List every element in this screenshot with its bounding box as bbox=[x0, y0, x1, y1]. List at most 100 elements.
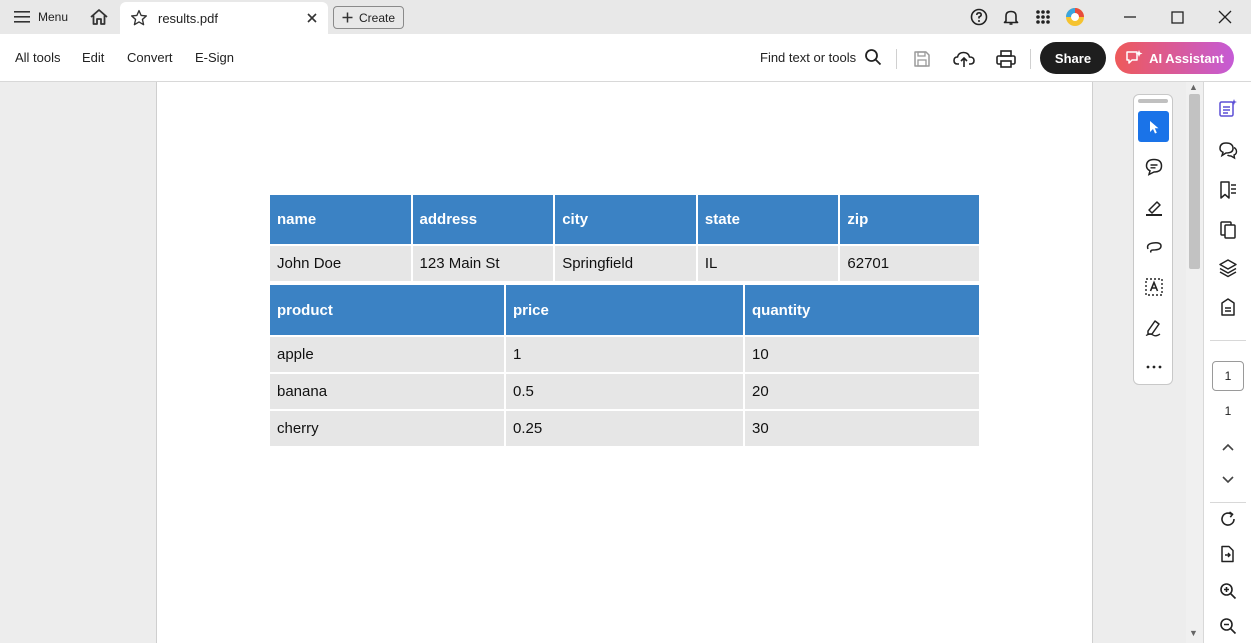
page-arrow-icon bbox=[1221, 545, 1234, 563]
draw-tool[interactable] bbox=[1138, 231, 1169, 262]
palette-drag-handle[interactable] bbox=[1138, 99, 1168, 103]
ai-summary-icon bbox=[1219, 99, 1237, 117]
layers-panel-button[interactable] bbox=[1216, 256, 1240, 280]
nav-all-tools[interactable]: All tools bbox=[15, 50, 61, 65]
star-icon[interactable] bbox=[130, 9, 148, 27]
profile-button[interactable] bbox=[1064, 6, 1086, 28]
table-cell: 1 bbox=[506, 337, 743, 372]
zoom-out-button[interactable] bbox=[1216, 614, 1240, 638]
nav-convert[interactable]: Convert bbox=[127, 50, 173, 65]
find-tools[interactable]: Find text or tools bbox=[760, 48, 882, 66]
sign-tool[interactable] bbox=[1138, 311, 1169, 342]
table-cell: 0.5 bbox=[506, 374, 743, 409]
menu-button[interactable]: Menu bbox=[8, 6, 74, 28]
apps-button[interactable] bbox=[1032, 6, 1054, 28]
text-tool[interactable] bbox=[1138, 271, 1169, 302]
ai-assistant-button[interactable]: AI Assistant bbox=[1115, 42, 1234, 74]
minimize-button[interactable] bbox=[1110, 4, 1150, 30]
maximize-icon bbox=[1170, 10, 1184, 24]
cloud-upload-icon bbox=[953, 51, 975, 67]
chevron-up-icon bbox=[1222, 443, 1234, 451]
highlight-tool[interactable] bbox=[1138, 191, 1169, 222]
nav-e-sign[interactable]: E-Sign bbox=[195, 50, 234, 65]
title-bar: Menu results.pdf Create bbox=[0, 0, 1251, 34]
scroll-thumb[interactable] bbox=[1189, 94, 1200, 269]
close-icon bbox=[1218, 10, 1232, 24]
comments-panel-button[interactable] bbox=[1216, 138, 1240, 162]
pdf-page[interactable]: name address city state zip John Doe 123… bbox=[156, 82, 1093, 643]
nav-edit[interactable]: Edit bbox=[82, 50, 104, 65]
pen-sign-icon bbox=[1145, 319, 1160, 336]
more-icon bbox=[1146, 365, 1161, 368]
table-row: apple 1 10 bbox=[270, 337, 979, 372]
total-pages: 1 bbox=[1224, 404, 1232, 418]
save-button[interactable] bbox=[909, 46, 935, 72]
upload-cloud-button[interactable] bbox=[951, 46, 977, 72]
comments-icon bbox=[1219, 142, 1238, 160]
table-cell: 62701 bbox=[840, 246, 979, 281]
pages-panel-button[interactable] bbox=[1216, 218, 1240, 242]
create-label: Create bbox=[358, 10, 396, 25]
refresh-icon bbox=[1221, 511, 1235, 526]
toolbar-divider-2 bbox=[1030, 49, 1031, 69]
table-cell: 20 bbox=[745, 374, 979, 409]
comment-tool[interactable] bbox=[1138, 151, 1169, 182]
share-button[interactable]: Share bbox=[1040, 42, 1106, 74]
previous-page-button[interactable] bbox=[1216, 435, 1240, 459]
page-display-button[interactable] bbox=[1216, 542, 1240, 566]
table-cell: cherry bbox=[270, 411, 504, 446]
avatar-icon bbox=[1066, 8, 1084, 26]
table-cell: John Doe bbox=[270, 246, 411, 281]
ai-sparkle-icon bbox=[1126, 50, 1143, 64]
zoom-out-icon bbox=[1220, 618, 1237, 635]
current-page-value: 1 bbox=[1224, 369, 1232, 383]
more-tools-button[interactable] bbox=[1138, 351, 1169, 382]
select-tool[interactable] bbox=[1138, 111, 1169, 142]
table-header-row: name address city state zip bbox=[270, 195, 979, 244]
table-header-row: product price quantity bbox=[270, 285, 979, 335]
chevron-down-icon bbox=[1222, 476, 1234, 484]
cursor-icon bbox=[1149, 120, 1158, 133]
rail-divider bbox=[1210, 340, 1246, 341]
tab-title: results.pdf bbox=[158, 10, 218, 26]
search-icon bbox=[865, 49, 882, 66]
vertical-scrollbar[interactable]: ▲ ▼ bbox=[1186, 82, 1203, 643]
next-page-button[interactable] bbox=[1216, 468, 1240, 492]
rotate-button[interactable] bbox=[1216, 507, 1240, 531]
current-page-input[interactable]: 1 bbox=[1212, 361, 1244, 391]
print-button[interactable] bbox=[993, 46, 1019, 72]
menu-label: Menu bbox=[38, 10, 69, 24]
scroll-up-icon[interactable]: ▲ bbox=[1189, 82, 1198, 92]
quick-tools-palette bbox=[1133, 94, 1173, 385]
bookmarks-panel-button[interactable] bbox=[1216, 178, 1240, 202]
table-header-cell: name bbox=[270, 195, 411, 244]
maximize-button[interactable] bbox=[1157, 4, 1197, 30]
scroll-down-icon[interactable]: ▼ bbox=[1189, 628, 1198, 638]
create-button[interactable]: Create bbox=[333, 6, 404, 29]
attachments-panel-button[interactable] bbox=[1216, 295, 1240, 319]
table-cell: 10 bbox=[745, 337, 979, 372]
table-cell: 0.25 bbox=[506, 411, 743, 446]
share-label: Share bbox=[1054, 50, 1092, 66]
apps-grid-icon bbox=[1036, 10, 1050, 24]
text-box-icon bbox=[1144, 277, 1163, 296]
table-row: cherry 0.25 30 bbox=[270, 411, 979, 446]
bell-icon bbox=[1003, 10, 1019, 25]
notifications-button[interactable] bbox=[1000, 6, 1022, 28]
table-header-cell: zip bbox=[840, 195, 979, 244]
table-cell: Springfield bbox=[555, 246, 696, 281]
document-tab[interactable]: results.pdf bbox=[120, 2, 328, 34]
ai-label: AI Assistant bbox=[1149, 50, 1224, 66]
close-window-button[interactable] bbox=[1205, 4, 1245, 30]
generative-summary-button[interactable] bbox=[1216, 96, 1240, 120]
hamburger-icon bbox=[14, 11, 30, 23]
minimize-icon bbox=[1124, 16, 1136, 18]
main-toolbar: All tools Edit Convert E-Sign Find text … bbox=[0, 34, 1251, 82]
table-header-cell: city bbox=[555, 195, 696, 244]
comment-icon bbox=[1145, 158, 1162, 176]
help-button[interactable] bbox=[968, 6, 990, 28]
zoom-in-button[interactable] bbox=[1216, 579, 1240, 603]
home-button[interactable] bbox=[86, 5, 112, 29]
table-cell: banana bbox=[270, 374, 504, 409]
close-tab-icon[interactable] bbox=[306, 12, 318, 24]
